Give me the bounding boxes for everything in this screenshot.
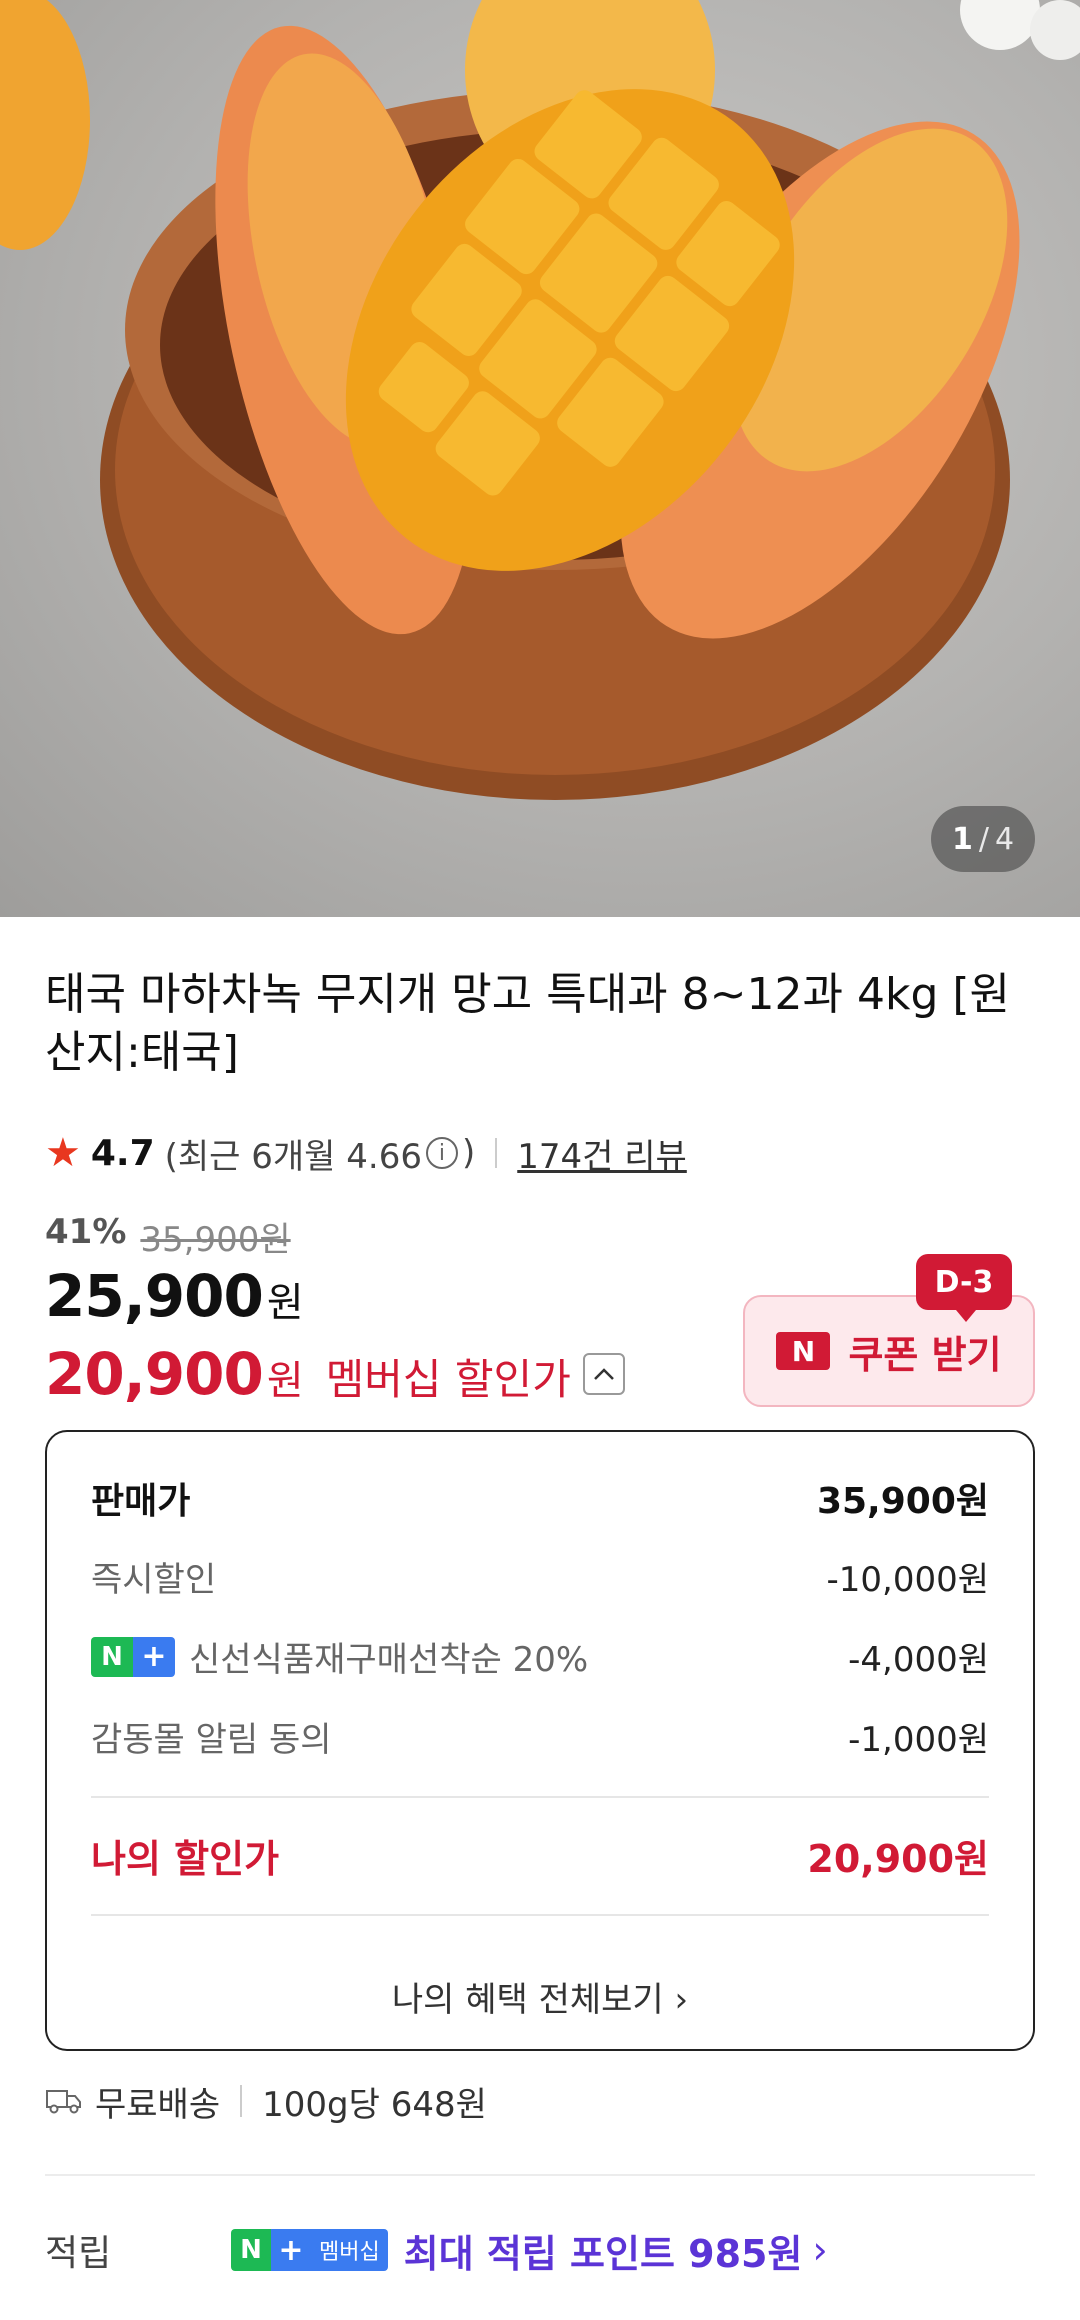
pager-total: 4 — [994, 821, 1015, 857]
divider — [495, 1138, 498, 1168]
info-icon[interactable]: i — [425, 1137, 458, 1169]
breakdown-row-amount: -10,000원 — [826, 1560, 989, 1600]
my-discount-price-label: 나의 할인가 — [91, 1837, 280, 1881]
breakdown-sale-price-label: 판매가 — [91, 1481, 191, 1522]
discount-row: 41% 35,900원 — [45, 1212, 291, 1261]
view-all-benefits-link[interactable]: 나의 혜택 전체보기 › — [47, 1972, 1033, 2021]
discount-rate: 41% — [45, 1212, 127, 1252]
member-price-unit: 원 — [266, 1358, 304, 1404]
member-price-label: 멤버십 할인가 — [325, 1355, 571, 1404]
breakdown-row-label: 감동몰 알림 동의 — [91, 1720, 332, 1760]
my-discount-price-row: 나의 할인가 20,900원 — [91, 1828, 989, 1883]
recent-rating-close: ) — [461, 1133, 476, 1173]
free-shipping-label: 무료배송 — [95, 2084, 221, 2125]
breakdown-sale-price-amount: 35,900원 — [816, 1481, 989, 1522]
breakdown-sale-price-row: 판매가 35,900원 — [91, 1472, 989, 1524]
nplus-plus: + — [133, 1636, 175, 1677]
original-price: 35,900원 — [140, 1220, 291, 1260]
sale-price-unit: 원 — [266, 1280, 304, 1326]
coupon-label: 쿠폰 받기 — [848, 1332, 1002, 1377]
pager-separator: / — [978, 821, 989, 857]
chevron-up-icon[interactable] — [582, 1353, 625, 1395]
my-discount-price-amount: 20,900원 — [807, 1837, 989, 1881]
nplus-plus: + — [271, 2229, 311, 2271]
nplus-n: N — [231, 2229, 271, 2271]
reviews-link[interactable]: 174건 리뷰 — [517, 1129, 687, 1178]
breakdown-row-amount: -1,000원 — [848, 1720, 989, 1760]
points-label: 적립 — [45, 2233, 112, 2274]
sale-price: 25,900 — [45, 1262, 264, 1330]
chevron-right-icon: › — [812, 2228, 828, 2272]
breakdown-row-label: 즉시할인 — [91, 1560, 217, 1600]
view-all-benefits-label: 나의 혜택 전체보기 — [391, 1980, 664, 2020]
shipping-row: 무료배송 100g당 648원 — [45, 2075, 487, 2127]
price-breakdown-box: 판매가 35,900원 즉시할인 -10,000원 N + 신선식품재구매선착순… — [45, 1430, 1035, 2051]
breakdown-row: 감동몰 알림 동의 -1,000원 — [91, 1712, 989, 1761]
rating-score: 4.7 — [90, 1132, 155, 1174]
mango-bowl-illustration — [0, 0, 1080, 800]
points-row[interactable]: 적립 N + 멤버십 최대 적립 포인트 985원 › — [45, 2222, 828, 2278]
product-title: 태국 마하차녹 무지개 망고 특대과 8~12과 4kg [원산지:태국] — [45, 969, 1011, 1078]
divider — [91, 1914, 989, 1916]
pager-current: 1 — [951, 821, 973, 857]
nplus-badge-icon: N + — [91, 1636, 175, 1677]
naver-n-icon: N — [776, 1332, 831, 1370]
chevron-right-icon: › — [674, 1980, 689, 2020]
recent-rating-text: (최근 6개월 4.66 — [164, 1136, 422, 1177]
member-price-row[interactable]: 20,900 원 멤버십 할인가 — [45, 1340, 625, 1408]
image-pager: 1 / 4 — [931, 806, 1035, 872]
unit-price-label: 100g당 648원 — [262, 2084, 487, 2125]
breakdown-row: 즉시할인 -10,000원 — [91, 1552, 989, 1601]
membership-text: 멤버십 — [311, 2229, 388, 2271]
truck-icon — [45, 2087, 83, 2115]
breakdown-row-amount: -4,000원 — [848, 1640, 989, 1680]
max-points-text: 최대 적립 포인트 985원 — [403, 2231, 803, 2276]
divider — [45, 2174, 1035, 2176]
dday-badge: D-3 — [916, 1254, 1012, 1322]
divider — [240, 2085, 243, 2117]
nplus-n: N — [91, 1636, 133, 1677]
divider — [91, 1796, 989, 1798]
star-icon: ★ — [45, 1130, 81, 1176]
breakdown-row-label: 신선식품재구매선착순 20% — [189, 1640, 589, 1680]
nplus-membership-badge-icon: N + 멤버십 — [231, 2229, 388, 2271]
member-price: 20,900 — [45, 1340, 264, 1408]
rating-row: ★ 4.7 (최근 6개월 4.66 i ) 174건 리뷰 — [45, 1125, 687, 1181]
product-image[interactable]: 1 / 4 — [0, 0, 1080, 917]
sale-price-row: 25,900 원 — [45, 1262, 304, 1330]
breakdown-row: N + 신선식품재구매선착순 20% -4,000원 — [91, 1632, 989, 1681]
coupon-button[interactable]: N 쿠폰 받기 — [743, 1295, 1035, 1407]
